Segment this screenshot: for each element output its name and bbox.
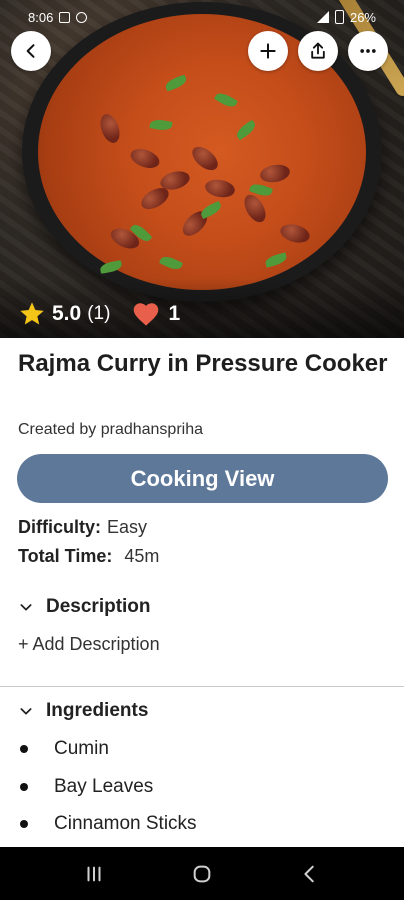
total-time-row: Total Time: 45m: [18, 546, 159, 567]
nav-home-button[interactable]: [182, 859, 222, 889]
nav-recents-button[interactable]: [74, 859, 114, 889]
difficulty-value: Easy: [107, 517, 148, 537]
list-item: Bay Leaves: [20, 776, 153, 798]
sync-icon: [76, 11, 88, 23]
back-button[interactable]: [11, 31, 51, 71]
bullet-icon: [20, 745, 28, 753]
nav-back-icon: [304, 865, 314, 882]
total-time-label: Total Time:: [18, 546, 113, 566]
plus-icon: [260, 43, 276, 59]
more-horizontal-icon: [360, 49, 376, 53]
description-heading: Description: [46, 596, 151, 617]
rating-row: 5.0 (1) 1: [18, 300, 180, 328]
status-bar: 8:06 26%: [0, 0, 404, 34]
bullet-icon: [20, 783, 28, 791]
heart-icon[interactable]: [132, 301, 160, 327]
list-item: Cumin: [20, 738, 109, 760]
divider: [0, 686, 404, 687]
recents-icon: [87, 866, 101, 881]
difficulty-label: Difficulty:: [18, 517, 101, 537]
status-bar-right: 26%: [316, 9, 376, 25]
bullet-icon: [20, 820, 28, 828]
share-button[interactable]: [298, 31, 338, 71]
likes-count: 1: [168, 302, 181, 325]
nav-back-button[interactable]: [290, 859, 330, 889]
ingredient-name: Cumin: [54, 738, 109, 759]
add-button[interactable]: [248, 31, 288, 71]
star-icon[interactable]: [18, 300, 46, 328]
ingredient-name: Cinnamon Sticks: [54, 813, 197, 834]
home-icon: [193, 865, 211, 882]
recipe-hero-image: [0, 0, 404, 338]
back-arrow-icon: [26, 44, 35, 58]
ingredients-header[interactable]: Ingredients: [18, 700, 148, 722]
cooking-view-button[interactable]: Cooking View: [17, 454, 388, 503]
battery-percent: 26%: [349, 9, 376, 25]
ingredient-name: Bay Leaves: [54, 776, 154, 797]
description-header[interactable]: Description: [18, 596, 151, 618]
add-description-link[interactable]: + Add Description: [18, 634, 160, 655]
system-nav-bar: [0, 847, 404, 900]
signal-icon: [316, 11, 329, 23]
rating-score: 5.0: [52, 302, 82, 325]
status-time: 8:06: [28, 9, 54, 25]
list-item: Cinnamon Sticks: [20, 813, 197, 835]
chevron-down-icon: [20, 604, 32, 611]
share-icon: [311, 42, 325, 59]
rating-count: (1): [87, 303, 111, 324]
total-time-value: 45m: [124, 546, 160, 566]
more-options-button[interactable]: [348, 31, 388, 71]
battery-icon: [334, 10, 344, 24]
chevron-down-icon: [20, 708, 32, 715]
recipe-title: Rajma Curry in Pressure Cooker: [18, 350, 388, 377]
ingredients-heading: Ingredients: [46, 700, 149, 721]
notification-icon: [59, 11, 71, 23]
difficulty-row: Difficulty: Easy: [18, 517, 147, 538]
status-bar-left: 8:06: [28, 9, 88, 25]
recipe-creator[interactable]: Created by pradhanspriha: [18, 421, 203, 439]
